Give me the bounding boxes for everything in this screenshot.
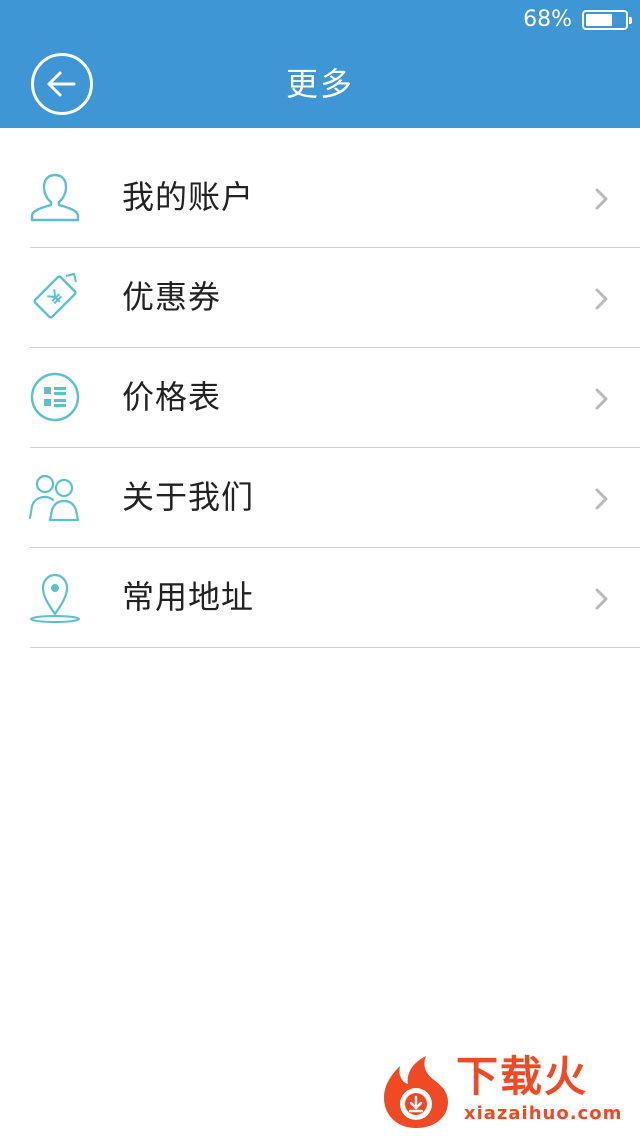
coupon-icon bbox=[33, 272, 77, 319]
chevron-right-icon bbox=[595, 388, 608, 410]
team-icon bbox=[28, 474, 80, 522]
menu-label: 关于我们 bbox=[122, 478, 255, 516]
price-list-icon bbox=[30, 372, 80, 422]
watermark: 下载火 xiazaihuo.com bbox=[378, 1052, 636, 1132]
battery-fill bbox=[586, 14, 612, 26]
menu-label: 常用地址 bbox=[122, 578, 255, 616]
chevron-right-icon bbox=[595, 488, 608, 510]
menu-label: 我的账户 bbox=[122, 178, 255, 216]
menu-item-saved-addresses[interactable]: 常用地址 bbox=[0, 548, 640, 648]
nav-bar: 更多 bbox=[0, 40, 640, 128]
menu-item-price-list[interactable]: 价格表 bbox=[0, 348, 640, 448]
chevron-right-icon bbox=[595, 588, 608, 610]
menu-label: 优惠券 bbox=[122, 278, 222, 316]
location-pin-icon bbox=[30, 573, 80, 623]
flame-logo-icon bbox=[384, 1056, 448, 1128]
menu-item-about-us[interactable]: 关于我们 bbox=[0, 448, 640, 548]
page-title: 更多 bbox=[285, 65, 354, 103]
menu-item-my-account[interactable]: 我的账户 bbox=[0, 148, 640, 248]
chevron-right-icon bbox=[595, 188, 608, 210]
watermark-url: xiazaihuo.com bbox=[464, 1103, 623, 1124]
battery-icon bbox=[582, 10, 632, 30]
battery-percentage: 68% bbox=[523, 7, 572, 32]
chevron-right-icon bbox=[595, 288, 608, 310]
menu-item-coupons[interactable]: 优惠券 bbox=[0, 248, 640, 348]
menu-label: 价格表 bbox=[122, 378, 222, 416]
watermark-title: 下载火 bbox=[456, 1052, 589, 1101]
menu-list: 我的账户 优惠券 价格表 关于我们 常用地址 bbox=[0, 148, 640, 648]
user-icon bbox=[30, 173, 80, 222]
divider bbox=[30, 647, 640, 648]
status-bar: 68% bbox=[0, 0, 640, 40]
